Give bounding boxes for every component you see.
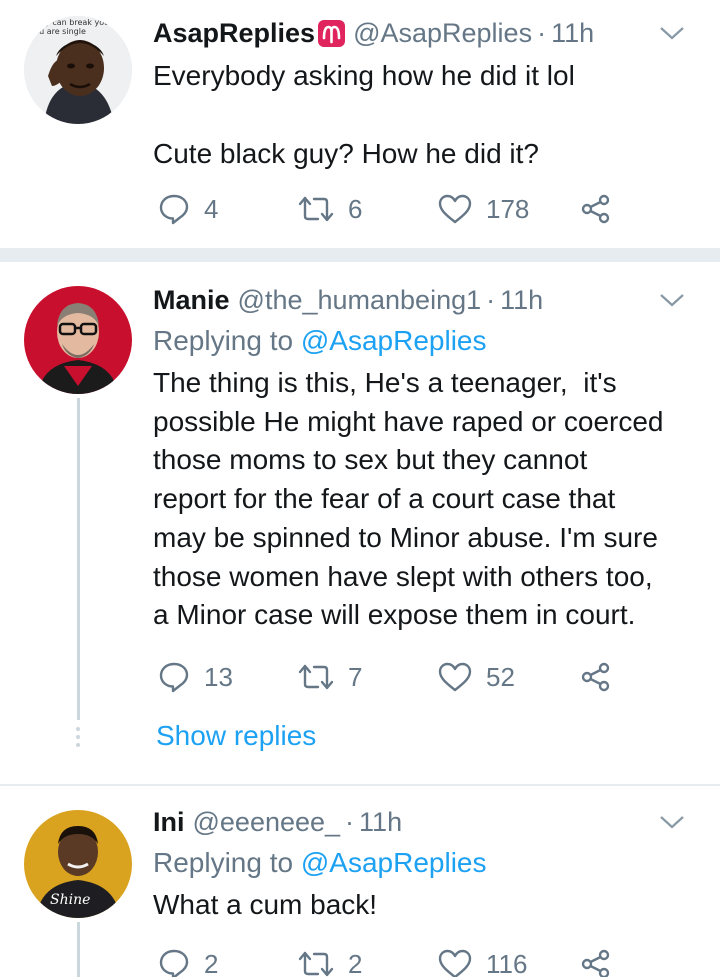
reply-count: 4 (204, 193, 219, 224)
separator-dot: · (486, 285, 496, 315)
avatar-image: Shine (24, 810, 132, 918)
tweet-3[interactable]: Shine Ini @eeeneee_ · 11h Replying to @A… (0, 786, 720, 977)
tweet-1[interactable]: ..y can break you. ..u are single AsapRe… (0, 0, 720, 248)
share-icon (581, 194, 610, 224)
reply-count: 13 (204, 661, 233, 692)
reply-button[interactable]: 2 (158, 948, 218, 977)
retweet-button[interactable]: 7 (298, 662, 362, 693)
replying-to-handle[interactable]: @AsapReplies (301, 325, 487, 356)
reply-icon (159, 949, 189, 977)
svg-text:..u are single: ..u are single (34, 27, 86, 36)
svg-text:Shine: Shine (50, 892, 90, 908)
display-name[interactable]: Ini (153, 806, 185, 838)
replying-prefix: Replying to (153, 325, 294, 356)
like-count: 52 (486, 661, 515, 692)
svg-text:..y can break you.: ..y can break you. (40, 18, 112, 27)
tweet-header: AsapReplies @AsapReplies · 11h (153, 17, 700, 49)
retweet-count: 6 (348, 193, 363, 224)
tweet-header: Manie @the_humanbeing1 · 11h (153, 284, 700, 316)
like-count: 116 (486, 948, 528, 977)
thread-line (77, 922, 80, 977)
display-name[interactable]: AsapReplies (153, 17, 315, 49)
like-count: 178 (486, 193, 530, 224)
avatar[interactable]: Shine (24, 810, 132, 918)
share-button[interactable] (580, 949, 612, 977)
aries-badge-icon (318, 19, 346, 47)
tweet-text: The thing is this, He's a teenager, it's… (153, 367, 664, 631)
share-icon (581, 949, 610, 977)
avatar-image: ..y can break you. ..u are single (24, 16, 132, 124)
tweet-text: What a cum back! (153, 889, 378, 920)
chevron-down-icon[interactable] (652, 17, 692, 49)
retweet-icon (298, 196, 334, 222)
replying-to: Replying to @AsapReplies (153, 844, 700, 882)
like-button[interactable]: 52 (438, 662, 515, 693)
retweet-count: 2 (348, 948, 363, 977)
replying-to-handle[interactable]: @AsapReplies (301, 847, 487, 878)
retweet-icon (298, 664, 334, 690)
separator-dot: · (537, 18, 547, 48)
share-button[interactable] (580, 662, 612, 692)
avatar[interactable]: ..y can break you. ..u are single (24, 16, 132, 124)
reply-button[interactable]: 4 (158, 193, 218, 225)
show-replies-link[interactable]: Show replies (156, 720, 316, 752)
reply-count: 2 (204, 948, 219, 977)
user-handle[interactable]: @eeeneee_ (193, 806, 341, 838)
thread-more-dots (76, 727, 81, 751)
timestamp[interactable]: 11h (551, 17, 594, 49)
like-icon (438, 949, 472, 977)
chevron-down-icon[interactable] (652, 284, 692, 316)
timestamp[interactable]: 11h (500, 284, 543, 316)
tweet-text: Everybody asking how he did it lol Cute … (153, 60, 575, 169)
tweet-2[interactable]: Manie @the_humanbeing1 · 11h Replying to… (0, 262, 720, 784)
replying-prefix: Replying to (153, 847, 294, 878)
reply-icon (159, 194, 189, 225)
display-name[interactable]: Manie (153, 284, 230, 316)
user-handle[interactable]: @AsapReplies (353, 17, 532, 49)
reply-button[interactable]: 13 (158, 661, 233, 693)
avatar-image (24, 286, 132, 394)
like-icon (438, 194, 472, 224)
tweet-header: Ini @eeeneee_ · 11h (153, 806, 700, 838)
section-divider (0, 248, 720, 262)
retweet-button[interactable]: 6 (298, 194, 362, 225)
replying-to: Replying to @AsapReplies (153, 322, 700, 360)
retweet-icon (298, 951, 334, 977)
chevron-down-icon[interactable] (652, 806, 692, 838)
like-icon (438, 662, 472, 692)
like-button[interactable]: 178 (438, 194, 529, 225)
retweet-count: 7 (348, 661, 363, 692)
timestamp[interactable]: 11h (359, 806, 402, 838)
thread-line (77, 398, 80, 720)
separator-dot: · (345, 807, 355, 837)
user-handle[interactable]: @the_humanbeing1 (238, 284, 482, 316)
retweet-button[interactable]: 2 (298, 949, 362, 977)
share-icon (581, 662, 610, 692)
share-button[interactable] (580, 194, 612, 224)
avatar[interactable] (24, 286, 132, 394)
reply-icon (159, 662, 189, 693)
like-button[interactable]: 116 (438, 949, 527, 977)
